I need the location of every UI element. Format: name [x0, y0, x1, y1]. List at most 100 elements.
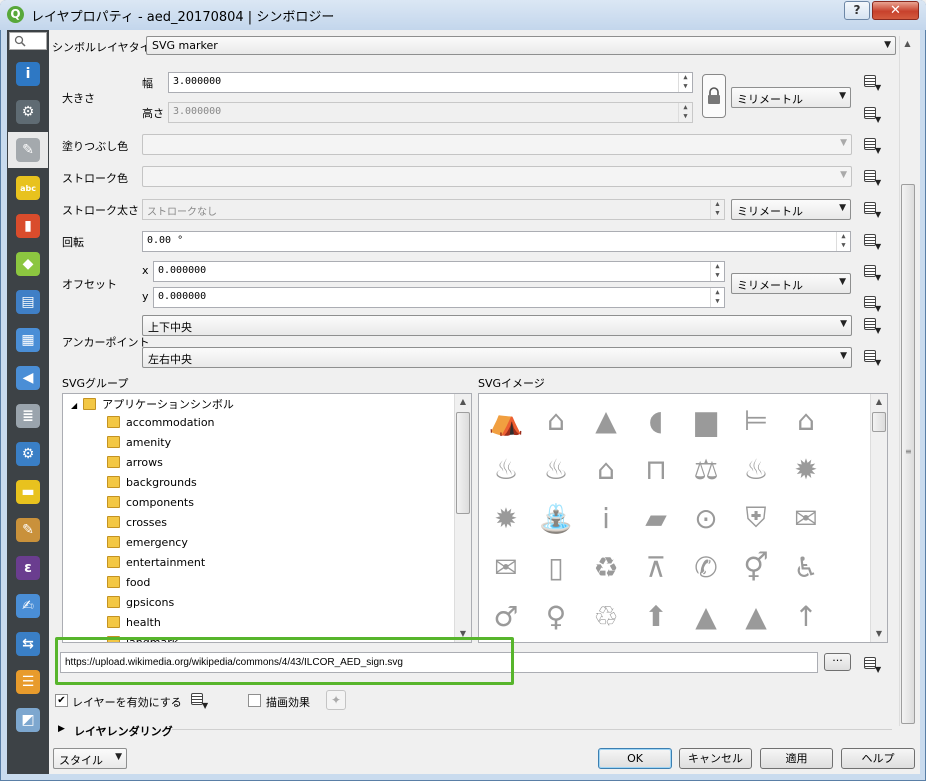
- offset-y-input[interactable]: 0.000000 ▲ ▼: [153, 287, 725, 308]
- nav-item-auxiliary-storage[interactable]: ≣: [8, 398, 48, 434]
- house-icon[interactable]: ⌂: [782, 398, 830, 442]
- tree-scrollbar[interactable]: ▲ ▼: [454, 394, 471, 642]
- data-defined-override-button[interactable]: ▼: [861, 135, 883, 155]
- nav-search-field[interactable]: [9, 32, 47, 50]
- size-unit-select[interactable]: ミリメートル ▼: [731, 87, 851, 108]
- symbol-layer-type-select[interactable]: SVG marker ▼: [146, 36, 896, 55]
- style-menu-button[interactable]: スタイル ▼: [53, 748, 127, 769]
- scroll-up-icon[interactable]: ▲: [455, 394, 471, 410]
- police-badge-icon[interactable]: ⛨: [732, 496, 780, 540]
- fire-department-icon[interactable]: ✹: [782, 447, 830, 491]
- data-defined-override-button[interactable]: ▼: [861, 231, 883, 251]
- apply-button[interactable]: 適用: [760, 748, 833, 769]
- nav-item-dependencies[interactable]: ⇆: [8, 626, 48, 662]
- nav-item-joins[interactable]: ◀: [8, 360, 48, 396]
- offset-y-spinner[interactable]: ▲ ▼: [710, 288, 724, 307]
- offset-unit-select[interactable]: ミリメートル ▼: [731, 273, 851, 294]
- caravan-icon[interactable]: ◖: [632, 398, 680, 442]
- tree-scrollbar-thumb[interactable]: [456, 412, 470, 514]
- rotation-input[interactable]: 0.00 ° ▲ ▼: [142, 231, 851, 252]
- scroll-up-icon[interactable]: ▲: [871, 394, 887, 410]
- data-defined-override-button[interactable]: ▼: [861, 167, 883, 187]
- help-button[interactable]: ヘルプ: [841, 748, 915, 769]
- fire-ruin-icon[interactable]: ♨: [532, 447, 580, 491]
- hostel-icon[interactable]: ⊨: [732, 398, 780, 442]
- hotel-icon[interactable]: ▆: [682, 398, 730, 442]
- information-icon[interactable]: i: [582, 496, 630, 540]
- nav-item-attributes-form[interactable]: ▦: [8, 322, 48, 358]
- tree-folder-item[interactable]: amenity: [107, 436, 171, 456]
- data-defined-override-button[interactable]: ▼: [861, 654, 883, 674]
- nav-item-labels[interactable]: abc: [8, 170, 48, 206]
- scroll-up-icon[interactable]: ▲: [900, 36, 915, 52]
- grid-scrollbar-thumb[interactable]: [872, 412, 886, 432]
- collapse-arrow-icon[interactable]: ▶: [58, 724, 65, 734]
- browse-button[interactable]: ···: [824, 653, 851, 671]
- tree-folder-item[interactable]: health: [107, 616, 161, 636]
- tree-folder-item[interactable]: food: [107, 576, 150, 596]
- nav-item-fields[interactable]: ▤: [8, 284, 48, 320]
- toilets-women-icon[interactable]: ♀: [532, 594, 580, 638]
- nav-item-source[interactable]: ⚙: [8, 94, 48, 130]
- tree-folder-item[interactable]: emergency: [107, 536, 188, 556]
- draw-effects-checkbox[interactable]: [248, 694, 261, 707]
- width-input[interactable]: 3.000000 ▲ ▼: [168, 72, 693, 93]
- anchor-vertical-select[interactable]: 上下中央 ▼: [142, 315, 852, 336]
- data-defined-override-button[interactable]: ▼: [861, 72, 883, 92]
- nav-item-3d-view[interactable]: ◆: [8, 246, 48, 282]
- cancel-button[interactable]: キャンセル: [679, 748, 752, 769]
- width-spinner[interactable]: ▲ ▼: [678, 73, 692, 92]
- close-button[interactable]: ✕: [872, 1, 919, 20]
- mail-icon[interactable]: ✉: [482, 545, 530, 589]
- nav-item-symbology[interactable]: ✎: [8, 132, 48, 168]
- toilets-men-icon[interactable]: ♂: [482, 594, 530, 638]
- lock-aspect-ratio-button[interactable]: [702, 74, 726, 118]
- bed-and-breakfast-icon[interactable]: ⌂: [532, 398, 580, 442]
- recycling-icon[interactable]: ♻: [582, 545, 630, 589]
- stroke-width-unit-select[interactable]: ミリメートル ▼: [731, 199, 851, 220]
- layer-rendering-label[interactable]: レイヤレンダリング: [74, 723, 173, 739]
- anchor-horizontal-select[interactable]: 左右中央 ▼: [142, 347, 852, 368]
- nav-item-display[interactable]: ▬: [8, 474, 48, 510]
- grid-scrollbar[interactable]: ▲ ▼: [870, 394, 887, 642]
- tent-icon[interactable]: ▲: [582, 398, 630, 442]
- main-scrollbar-thumb[interactable]: ≡: [901, 184, 915, 724]
- tree-folder-item[interactable]: components: [107, 496, 194, 516]
- tree-folder-item[interactable]: crosses: [107, 516, 167, 536]
- nav-item-diagrams[interactable]: ▮: [8, 208, 48, 244]
- arrow-up-icon[interactable]: ⬆: [632, 594, 680, 638]
- fire-badge-icon[interactable]: ✹: [482, 496, 530, 540]
- tree-folder-item[interactable]: accommodation: [107, 416, 215, 436]
- enable-layer-data-defined-button[interactable]: ▼: [188, 690, 210, 710]
- justice-icon[interactable]: ⚖: [682, 447, 730, 491]
- toilets-icon[interactable]: ⚥: [732, 545, 780, 589]
- library-icon[interactable]: ▰: [632, 496, 680, 540]
- chalet-icon[interactable]: ⌂: [582, 447, 630, 491]
- nav-item-legend[interactable]: ☰: [8, 664, 48, 700]
- tree-root-item[interactable]: ◢ アプリケーションシンボル: [71, 396, 234, 416]
- wheelchair-wc-icon[interactable]: ♿: [782, 545, 830, 589]
- data-defined-override-button[interactable]: ▼: [861, 104, 883, 124]
- data-defined-override-button[interactable]: ▼: [861, 293, 883, 313]
- rotation-spinner[interactable]: ▲ ▼: [836, 232, 850, 251]
- nav-item-actions[interactable]: ⚙: [8, 436, 48, 472]
- fire-icon[interactable]: ♨: [732, 447, 780, 491]
- telephone-icon[interactable]: ✆: [682, 545, 730, 589]
- nav-item-info[interactable]: i: [8, 56, 48, 92]
- enable-layer-checkbox[interactable]: ✔: [55, 694, 68, 707]
- tree-folder-item[interactable]: backgrounds: [107, 476, 197, 496]
- tree-folder-item[interactable]: arrows: [107, 456, 163, 476]
- fountain-icon[interactable]: ⛲: [532, 496, 580, 540]
- data-defined-override-button[interactable]: ▼: [861, 315, 883, 335]
- camping-icon[interactable]: ⛺: [482, 398, 530, 442]
- police-handcuffs-icon[interactable]: ⊙: [682, 496, 730, 540]
- tree-folder-item[interactable]: entertainment: [107, 556, 205, 576]
- svg-images-grid[interactable]: ⛺ ⌂ ▲ ◖ ▆ ⊨ ⌂ ♨ ♨ ⌂ ⊓ ⚖ ♨ ✹ ✹ ⛲ i ▰ ⊙ ⛨ ✉ ✉ ▯ ♻ ⊼ ✆ ⚥ ♿ ♂ ♀ ♲ ⬆ ▲ ▲ ↑ ▲ ▼: [478, 393, 888, 643]
- nav-item-variables[interactable]: ε: [8, 550, 48, 586]
- bench-icon[interactable]: ⊓: [632, 447, 680, 491]
- offset-x-input[interactable]: 0.000000 ▲ ▼: [153, 261, 725, 282]
- offset-x-spinner[interactable]: ▲ ▼: [710, 262, 724, 281]
- nav-item-rendering[interactable]: ✎: [8, 512, 48, 548]
- scroll-down-icon[interactable]: ▼: [871, 626, 887, 642]
- ok-button[interactable]: OK: [598, 748, 672, 769]
